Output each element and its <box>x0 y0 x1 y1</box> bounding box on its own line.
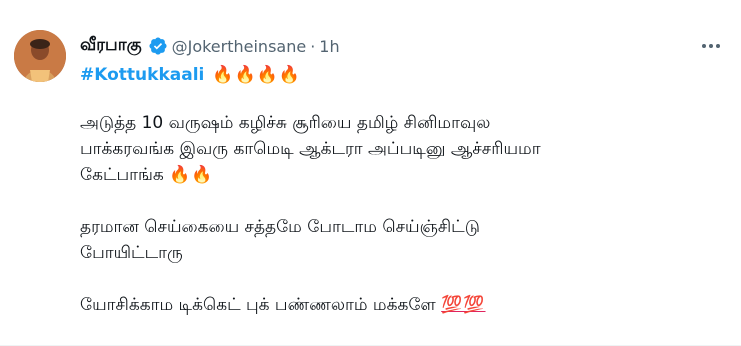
tweet-line: கேட்பாங்க <box>80 165 164 185</box>
tweet-paragraph: அடுத்த 10 வருஷம் கழிச்சு சூரியை தமிழ் சி… <box>80 110 700 188</box>
tweet-line: தரமான செய்கையை சத்தமே போடாம செய்ஞ்சிட்டு <box>80 217 480 237</box>
tweet-line: அடுத்த 10 வருஷம் கழிச்சு சூரியை தமிழ் சி… <box>80 113 491 133</box>
tweet-line: போயிட்டாரு <box>80 243 183 263</box>
more-dot <box>702 44 706 48</box>
tweet-card[interactable]: வீரபாகு @Jokertheinsane · 1h #Kottukkaal… <box>0 0 741 346</box>
hashtag-link[interactable]: #Kottukkaali <box>80 65 204 85</box>
display-name[interactable]: வீரபாகு <box>80 35 142 57</box>
tweet-paragraph: தரமான செய்கையை சத்தமே போடாம செய்ஞ்சிட்டு… <box>80 214 700 266</box>
user-handle[interactable]: @Jokertheinsane <box>172 37 307 56</box>
verified-badge-icon <box>149 37 167 55</box>
fire-emoji: 🔥🔥🔥🔥 <box>212 65 302 85</box>
hundred-points-emoji: 💯💯 <box>441 295 486 315</box>
tweet-timestamp[interactable]: 1h <box>319 37 339 56</box>
header-separator: · <box>310 36 316 56</box>
tweet-line: பாக்கரவங்க இவரு காமெடி ஆக்டரா அப்படினு ஆ… <box>80 139 541 159</box>
tweet-paragraph: யோசிக்காம டிக்கெட் புக் பண்ணலாம் மக்களே … <box>80 292 700 318</box>
tweet-header: வீரபாகு @Jokertheinsane · 1h <box>80 34 340 58</box>
tweet-line-with-emoji: யோசிக்காம டிக்கெட் புக் பண்ணலாம் மக்களே … <box>80 292 700 318</box>
more-dot <box>709 44 713 48</box>
more-options-icon[interactable] <box>697 36 725 56</box>
avatar-image <box>14 30 66 82</box>
more-dot <box>716 44 720 48</box>
avatar[interactable] <box>14 30 66 82</box>
tweet-line: யோசிக்காம டிக்கெட் புக் பண்ணலாம் மக்களே <box>80 295 436 315</box>
fire-emoji: 🔥🔥 <box>169 165 214 185</box>
hashtag-line: #Kottukkaali 🔥🔥🔥🔥 <box>80 62 301 88</box>
tweet-line-with-emoji: கேட்பாங்க 🔥🔥 <box>80 162 700 188</box>
tweet-body: அடுத்த 10 வருஷம் கழிச்சு சூரியை தமிழ் சி… <box>80 110 700 344</box>
